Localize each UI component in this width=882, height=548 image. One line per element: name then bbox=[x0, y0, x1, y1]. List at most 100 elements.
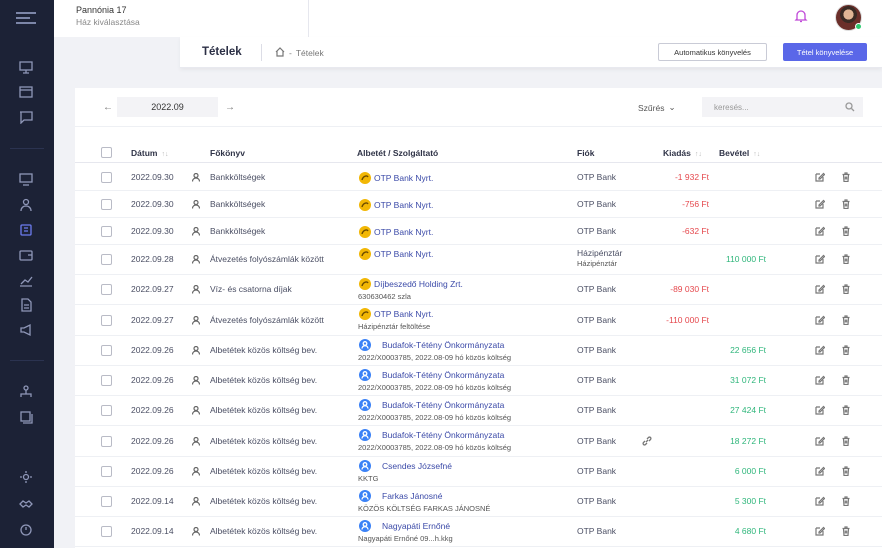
trash-icon[interactable] bbox=[841, 466, 851, 477]
row-checkbox[interactable] bbox=[101, 526, 112, 537]
row-party-link[interactable]: OTP Bank Nyrt. bbox=[374, 227, 433, 237]
ledger-icon[interactable] bbox=[18, 223, 34, 237]
row-party-link[interactable]: OTP Bank Nyrt. bbox=[374, 173, 433, 183]
period-selector[interactable]: 2022.09 bbox=[117, 97, 218, 117]
edit-icon[interactable] bbox=[815, 226, 826, 236]
column-date[interactable]: Dátum ↑↓ bbox=[131, 148, 168, 158]
project-name[interactable]: Pannónia 17 bbox=[76, 5, 127, 15]
row-checkbox[interactable] bbox=[101, 405, 112, 416]
table-row[interactable]: 2022.09.26 Albetétek közös költség bev. Cs… bbox=[75, 457, 882, 487]
bell-icon[interactable] bbox=[794, 9, 808, 23]
trash-icon[interactable] bbox=[841, 254, 851, 265]
trash-icon[interactable] bbox=[841, 172, 851, 183]
trash-icon[interactable] bbox=[841, 375, 851, 386]
edit-icon[interactable] bbox=[815, 284, 826, 294]
table-row[interactable]: 2022.09.30 Bankköltségek OTP Bank Nyrt. OTP… bbox=[75, 218, 882, 245]
row-checkbox[interactable] bbox=[101, 254, 112, 265]
row-party-link[interactable]: Díjbeszedő Holding Zrt. bbox=[374, 279, 463, 289]
row-party-link[interactable]: Budafok-Tétény Önkormányzata bbox=[382, 430, 504, 440]
row-checkbox[interactable] bbox=[101, 225, 112, 237]
row-checkbox[interactable] bbox=[101, 198, 112, 210]
row-party-link[interactable]: Budafok-Tétény Önkormányzata bbox=[382, 370, 504, 380]
table-row[interactable]: 2022.09.14 Albetétek közös költség bev. Na… bbox=[75, 517, 882, 547]
column-expense[interactable]: Kiadás ↑↓ bbox=[663, 148, 702, 158]
select-all-checkbox[interactable] bbox=[101, 147, 112, 158]
edit-icon[interactable] bbox=[815, 345, 826, 355]
dashboard-icon[interactable] bbox=[18, 60, 34, 74]
row-checkbox[interactable] bbox=[101, 171, 112, 183]
trash-icon[interactable] bbox=[841, 315, 851, 326]
home-icon[interactable] bbox=[275, 47, 285, 59]
row-checkbox[interactable] bbox=[101, 375, 112, 386]
edit-icon[interactable] bbox=[815, 172, 826, 182]
trash-icon[interactable] bbox=[841, 405, 851, 416]
auto-booking-button[interactable]: Automatikus könyvelés bbox=[658, 43, 767, 61]
edit-icon[interactable] bbox=[815, 496, 826, 506]
table-row[interactable]: 2022.09.28 Átvezetés folyószámlák között O… bbox=[75, 245, 882, 275]
row-party-link[interactable]: Nagyapáti Ernőné bbox=[382, 521, 450, 531]
trash-icon[interactable] bbox=[841, 496, 851, 507]
table-row[interactable]: 2022.09.26 Albetétek közös költség bev. Bu… bbox=[75, 396, 882, 426]
settings-icon[interactable] bbox=[18, 470, 34, 484]
trash-icon[interactable] bbox=[841, 345, 851, 356]
table-row[interactable]: 2022.09.26 Albetétek közös költség bev. Bu… bbox=[75, 366, 882, 396]
edit-icon[interactable] bbox=[815, 199, 826, 209]
calendar-icon[interactable] bbox=[18, 85, 34, 99]
row-party-link[interactable]: OTP Bank Nyrt. bbox=[374, 309, 433, 319]
layers-icon[interactable] bbox=[18, 410, 34, 424]
logout-icon[interactable] bbox=[18, 523, 34, 537]
document-icon[interactable] bbox=[18, 298, 34, 312]
row-checkbox[interactable] bbox=[101, 284, 112, 295]
table-row[interactable]: 2022.09.26 Albetétek közös költség bev. Bu… bbox=[75, 426, 882, 457]
edit-icon[interactable] bbox=[815, 436, 826, 446]
row-checkbox[interactable] bbox=[101, 496, 112, 507]
trash-icon[interactable] bbox=[841, 436, 851, 447]
chart-icon[interactable] bbox=[18, 273, 34, 287]
edit-icon[interactable] bbox=[815, 526, 826, 536]
row-party-link[interactable]: Farkas Jánosné bbox=[382, 491, 442, 501]
table-row[interactable]: 2022.09.27 Átvezetés folyószámlák között O… bbox=[75, 305, 882, 336]
trash-icon[interactable] bbox=[841, 226, 851, 237]
trash-icon[interactable] bbox=[841, 284, 851, 295]
wallet-icon[interactable] bbox=[18, 248, 34, 262]
edit-icon[interactable] bbox=[815, 254, 826, 264]
row-party-link[interactable]: Budafok-Tétény Önkormányzata bbox=[382, 340, 504, 350]
table-row[interactable]: 2022.09.30 Bankköltségek OTP Bank Nyrt. OTP… bbox=[75, 164, 882, 191]
trash-icon[interactable] bbox=[841, 526, 851, 537]
handshake-icon[interactable] bbox=[18, 497, 34, 511]
previous-period-arrow-icon[interactable]: ← bbox=[103, 102, 113, 113]
table-row[interactable]: 2022.09.14 Albetétek közös költség bev. Fa… bbox=[75, 487, 882, 517]
column-income[interactable]: Bevétel ↑↓ bbox=[719, 148, 760, 158]
table-row[interactable]: 2022.09.26 Albetétek közös költség bev. Bu… bbox=[75, 336, 882, 366]
row-party-link[interactable]: Budafok-Tétény Önkormányzata bbox=[382, 400, 504, 410]
person-icon bbox=[191, 466, 201, 476]
select-house-link[interactable]: Ház kiválasztása bbox=[76, 17, 140, 27]
row-checkbox[interactable] bbox=[101, 345, 112, 356]
next-period-arrow-icon[interactable]: → bbox=[225, 102, 235, 113]
edit-icon[interactable] bbox=[815, 375, 826, 385]
search-icon[interactable] bbox=[845, 102, 855, 112]
row-checkbox[interactable] bbox=[101, 314, 112, 326]
row-party-link[interactable]: Csendes Józsefné bbox=[382, 461, 452, 471]
book-item-button[interactable]: Tétel könyvelése bbox=[783, 43, 867, 61]
row-party-link[interactable]: OTP Bank Nyrt. bbox=[374, 200, 433, 210]
row-checkbox[interactable] bbox=[101, 466, 112, 477]
edit-icon[interactable] bbox=[815, 315, 826, 325]
table-row[interactable]: 2022.09.30 Bankköltségek OTP Bank Nyrt. OTP… bbox=[75, 191, 882, 218]
monitor-icon[interactable] bbox=[18, 172, 34, 186]
link-icon[interactable] bbox=[642, 436, 652, 446]
search-input[interactable] bbox=[702, 97, 863, 117]
table-row[interactable]: 2022.09.27 Víz- és csatorna díjak Díjbesze… bbox=[75, 275, 882, 305]
filter-dropdown[interactable]: Szűrés ⌄ bbox=[638, 102, 676, 113]
messages-icon[interactable] bbox=[18, 110, 34, 124]
megaphone-icon[interactable] bbox=[18, 323, 34, 337]
users-icon[interactable] bbox=[18, 198, 34, 212]
card-divider bbox=[75, 126, 882, 127]
trash-icon[interactable] bbox=[841, 199, 851, 210]
edit-icon[interactable] bbox=[815, 405, 826, 415]
row-party-link[interactable]: OTP Bank Nyrt. bbox=[374, 249, 433, 259]
row-checkbox[interactable] bbox=[101, 435, 112, 447]
org-icon[interactable] bbox=[18, 385, 34, 399]
menu-toggle-icon[interactable] bbox=[16, 12, 36, 24]
edit-icon[interactable] bbox=[815, 466, 826, 476]
